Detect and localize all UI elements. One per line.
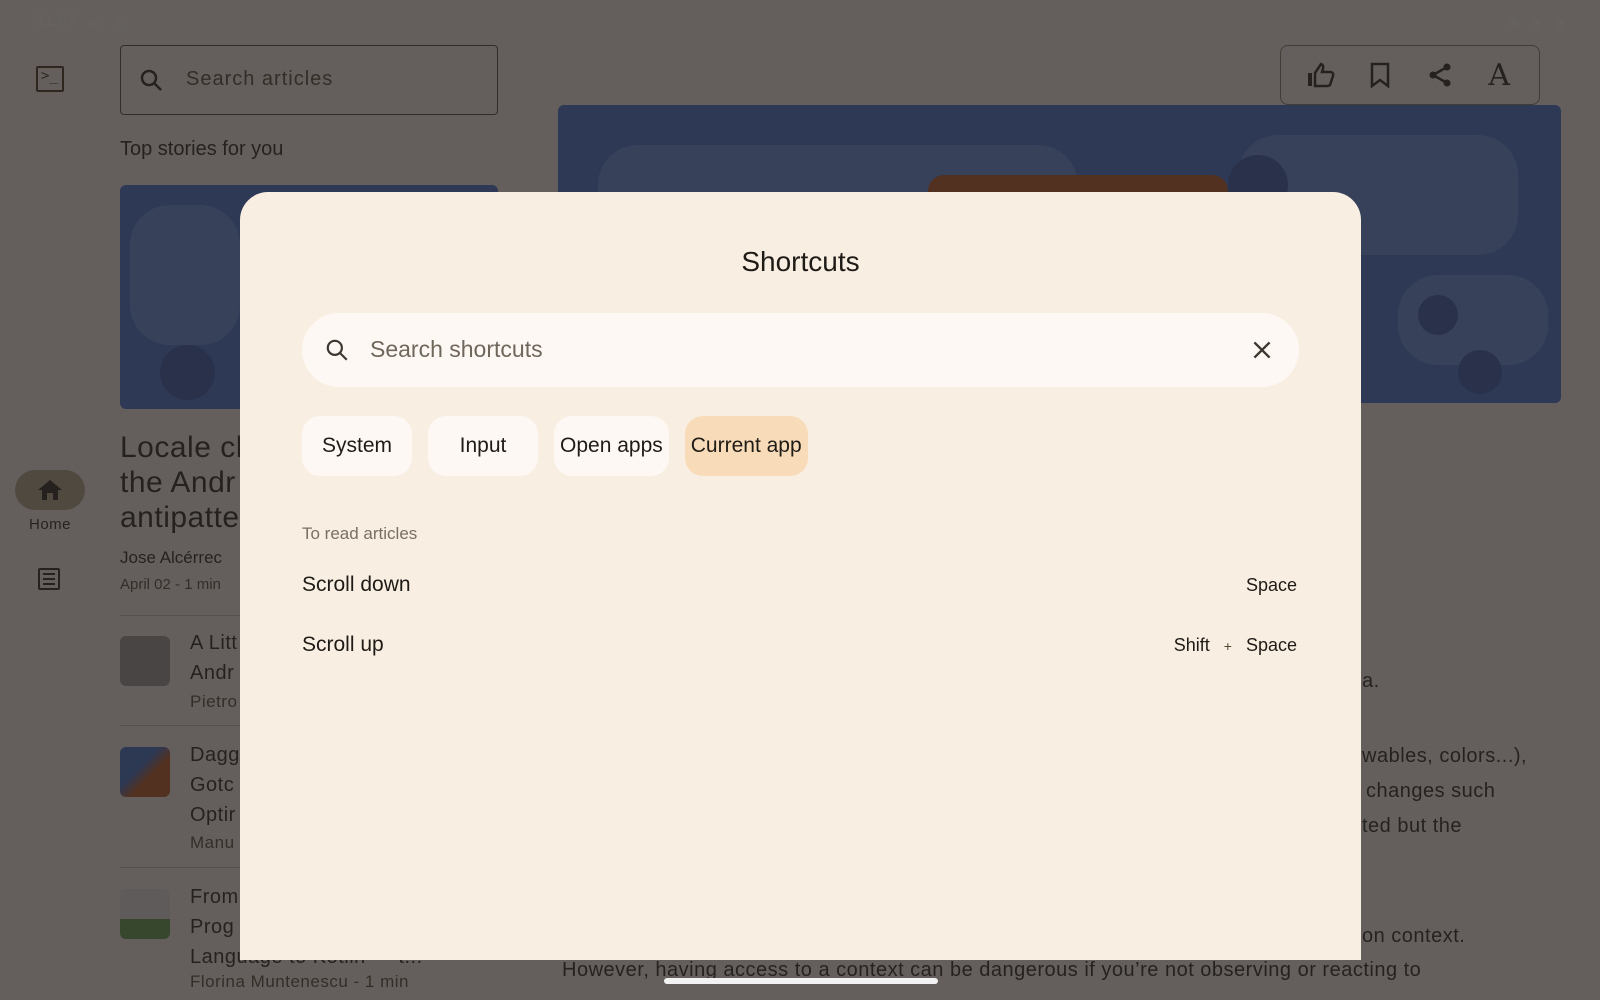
- shortcut-keys: Space: [1246, 575, 1297, 596]
- category-chips: System Input Open apps Current app: [302, 416, 808, 476]
- shortcut-row: Scroll up Shift + Space: [302, 625, 1297, 665]
- close-icon[interactable]: [1249, 337, 1275, 363]
- shortcut-group-label: To read articles: [302, 524, 418, 543]
- shortcut-name: Scroll up: [302, 633, 384, 656]
- chip-input[interactable]: Input: [428, 416, 538, 476]
- shortcuts-dialog: Shortcuts Search shortcuts System Input …: [240, 192, 1361, 960]
- search-icon: [326, 339, 348, 361]
- gesture-home-indicator[interactable]: [664, 978, 938, 984]
- key-separator: +: [1223, 637, 1232, 654]
- chip-open-apps[interactable]: Open apps: [554, 416, 669, 476]
- key-label: Shift: [1173, 635, 1210, 655]
- shortcut-keys: Shift + Space: [1174, 635, 1297, 656]
- chip-current-app[interactable]: Current app: [684, 416, 808, 476]
- search-placeholder: Search shortcuts: [370, 336, 543, 362]
- shortcut-row: Scroll down Space: [302, 565, 1297, 605]
- key-label: Space: [1245, 575, 1297, 595]
- shortcut-name: Scroll down: [302, 573, 411, 596]
- key-label: Space: [1245, 635, 1297, 655]
- search-shortcuts-input[interactable]: Search shortcuts: [302, 313, 1299, 387]
- chip-system[interactable]: System: [302, 416, 412, 476]
- dialog-title: Shortcuts: [741, 246, 860, 277]
